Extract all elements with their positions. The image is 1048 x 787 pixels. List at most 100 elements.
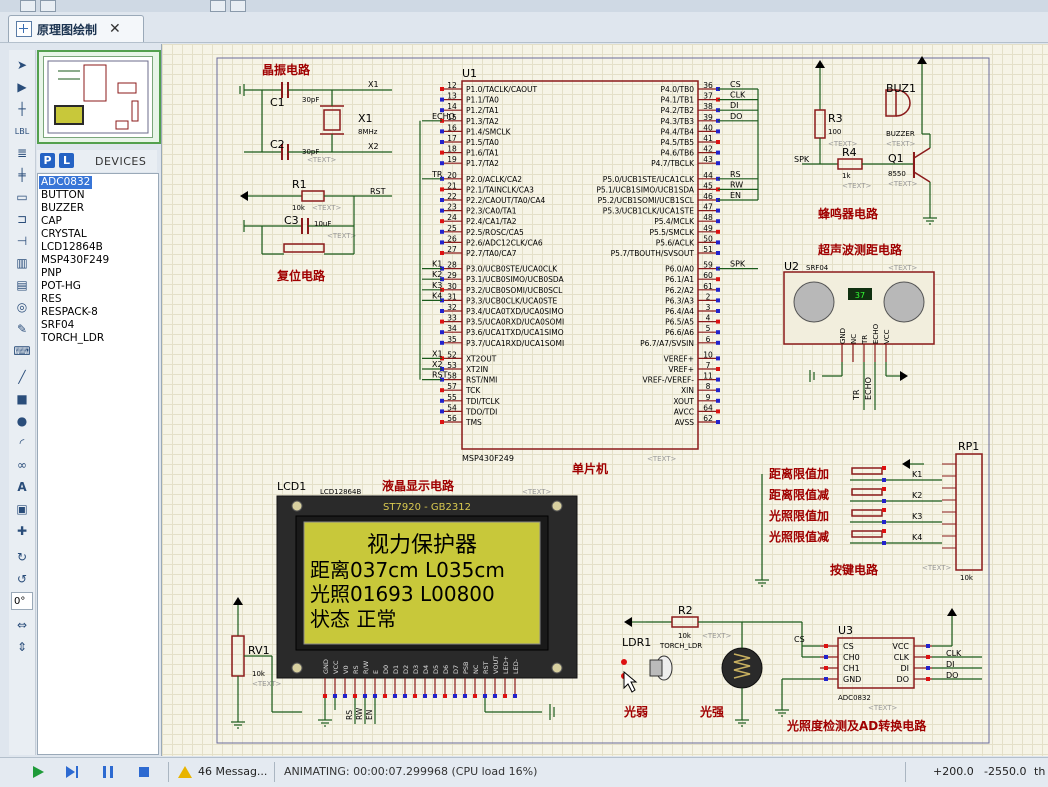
pin-state-indicator: [323, 694, 327, 698]
pin-state-indicator: [440, 398, 444, 403]
device-item[interactable]: CRYSTAL: [41, 228, 87, 241]
mirror-horizontal-icon[interactable]: ⇔: [12, 616, 32, 634]
mcu-pin-number: 34: [447, 324, 457, 333]
device-item[interactable]: RESPACK-8: [41, 306, 98, 319]
component-mode-icon[interactable]: ▶: [12, 78, 32, 96]
mcu-pin-number: 2: [706, 292, 711, 301]
mirror-vertical-icon[interactable]: ⇕: [12, 638, 32, 656]
mcu-part: MSP430F249: [462, 454, 514, 463]
sensor-right: [883, 281, 925, 323]
schematic-canvas[interactable]: U1 MSP430F249 <TEXT> 12 P1.0/TACLK/CAOUT 13 P1…: [161, 44, 1048, 756]
pin-state-indicator: [716, 319, 720, 324]
step-icon[interactable]: [64, 764, 80, 780]
pin-state-indicator: [882, 508, 886, 512]
graph-icon[interactable]: ▥: [12, 254, 32, 272]
box-icon[interactable]: ■: [12, 390, 32, 408]
status-bar: 46 Messag... ANIMATING: 00:00:07.299968 …: [0, 757, 1048, 787]
pin-state-indicator: [403, 694, 407, 698]
device-item[interactable]: BUZZER: [41, 202, 84, 215]
pause-icon[interactable]: [100, 764, 116, 780]
mcu-text-placeholder: <TEXT>: [647, 455, 677, 463]
angle-field[interactable]: 0°: [11, 592, 33, 610]
device-item[interactable]: CAP: [41, 215, 62, 228]
marker-icon[interactable]: ✚: [12, 522, 32, 540]
mcu-pin-number: 60: [703, 271, 713, 280]
probe-icon[interactable]: ✎: [12, 320, 32, 338]
net-label: X1: [432, 349, 443, 358]
junction-icon[interactable]: ┼: [12, 100, 32, 118]
net-label: DI: [730, 101, 739, 110]
lcd-net-label: EN: [365, 710, 374, 720]
pin-state-indicator: [882, 499, 886, 503]
lcd-pin-name: E: [372, 670, 380, 674]
selection-mode-icon[interactable]: ➤: [12, 56, 32, 74]
toolbar-button[interactable]: [40, 0, 56, 12]
mcu-pin-number: 47: [703, 203, 713, 212]
device-item[interactable]: ADC0832: [39, 176, 93, 189]
device-item[interactable]: LCD12864B: [41, 241, 103, 254]
line-icon[interactable]: ╱: [12, 368, 32, 386]
q1-value: 8550: [888, 170, 906, 178]
device-item[interactable]: PNP: [41, 267, 62, 280]
pin-state-indicator: [440, 208, 444, 213]
key-net-label: K2: [912, 491, 922, 500]
mcu-pin-number: 8: [706, 382, 711, 391]
toolbar-button[interactable]: [210, 0, 226, 12]
crystal-title: 晶振电路: [262, 62, 311, 77]
tape-icon[interactable]: ▤: [12, 276, 32, 294]
generator-icon[interactable]: ◎: [12, 298, 32, 316]
key-button: [851, 488, 883, 496]
device-item[interactable]: POT-HG: [41, 280, 81, 293]
pick-devices-button[interactable]: P: [40, 153, 55, 168]
pin-state-indicator: [716, 409, 720, 414]
pin-icon[interactable]: ⊣: [12, 232, 32, 250]
toolbar-button[interactable]: [230, 0, 246, 12]
text-icon[interactable]: A: [12, 478, 32, 496]
mcu-pin-name: P2.1/TAINCLK/CA3: [466, 185, 534, 194]
tool-strip: ➤ ▶ ┼ LBL ≣ ╪ ▭ ⊐ ⊣ ▥ ▤ ◎ ✎ ⌨ ╱ ■ ● ◜ ∞ …: [9, 50, 36, 755]
arc-icon[interactable]: ◜: [12, 434, 32, 452]
mcu-pin-name: P4.0/TB0: [661, 85, 695, 94]
rotate-ccw-icon[interactable]: ↺: [12, 570, 32, 588]
instrument-icon[interactable]: ⌨: [12, 342, 32, 360]
device-item[interactable]: SRF04: [41, 319, 74, 332]
stop-icon[interactable]: [136, 764, 152, 780]
overview-panel[interactable]: [37, 50, 161, 144]
play-icon[interactable]: [30, 764, 46, 780]
mcu-pin-number: 32: [447, 303, 457, 312]
toolbar-button[interactable]: [20, 0, 36, 12]
close-icon[interactable]: ✕: [109, 21, 121, 37]
device-item[interactable]: BUTTON: [41, 189, 85, 202]
terminal-icon[interactable]: ⊐: [12, 210, 32, 228]
label-icon[interactable]: LBL: [12, 122, 32, 140]
pin-state-indicator: [440, 161, 444, 166]
library-button[interactable]: L: [59, 153, 74, 168]
bus-icon[interactable]: ╪: [12, 166, 32, 184]
text-script-icon[interactable]: ≣: [12, 144, 32, 162]
symbol-icon[interactable]: ▣: [12, 500, 32, 518]
pin-state-indicator: [503, 694, 507, 698]
devices-list[interactable]: ADC0832 BUTTON BUZZER CAP CRYSTAL LCD12864B MS…: [37, 173, 159, 755]
path-icon[interactable]: ∞: [12, 456, 32, 474]
device-item[interactable]: RES: [41, 293, 62, 306]
animation-status: ANIMATING: 00:00:07.299968 (CPU load 16%…: [284, 765, 538, 778]
light-weak-label: 光弱: [623, 704, 648, 719]
srf04-net-label: ECHO: [864, 377, 873, 400]
pin-state-indicator: [463, 694, 467, 698]
r3-ref: R3: [828, 112, 843, 125]
circle-icon[interactable]: ●: [12, 412, 32, 430]
tab-schematic[interactable]: 原理图绘制 ✕: [8, 15, 144, 42]
c2-text-placeholder: <TEXT>: [307, 156, 337, 164]
mcu-pin-number: 18: [447, 145, 457, 154]
lcd-pin-name: D6: [442, 665, 450, 674]
mcu-pin-name: P1.4/SMCLK: [466, 127, 512, 136]
pin-state-indicator: [882, 529, 886, 533]
messages-indicator[interactable]: 46 Messag...: [178, 765, 267, 778]
rotate-cw-icon[interactable]: ↻: [12, 548, 32, 566]
device-item[interactable]: MSP430F249: [41, 254, 109, 267]
mcu-pin-name: TCK: [465, 386, 481, 395]
subcircuit-icon[interactable]: ▭: [12, 188, 32, 206]
mcu-title: 单片机: [572, 461, 608, 476]
device-item[interactable]: TORCH_LDR: [41, 332, 104, 345]
pin-state-indicator: [824, 677, 828, 681]
